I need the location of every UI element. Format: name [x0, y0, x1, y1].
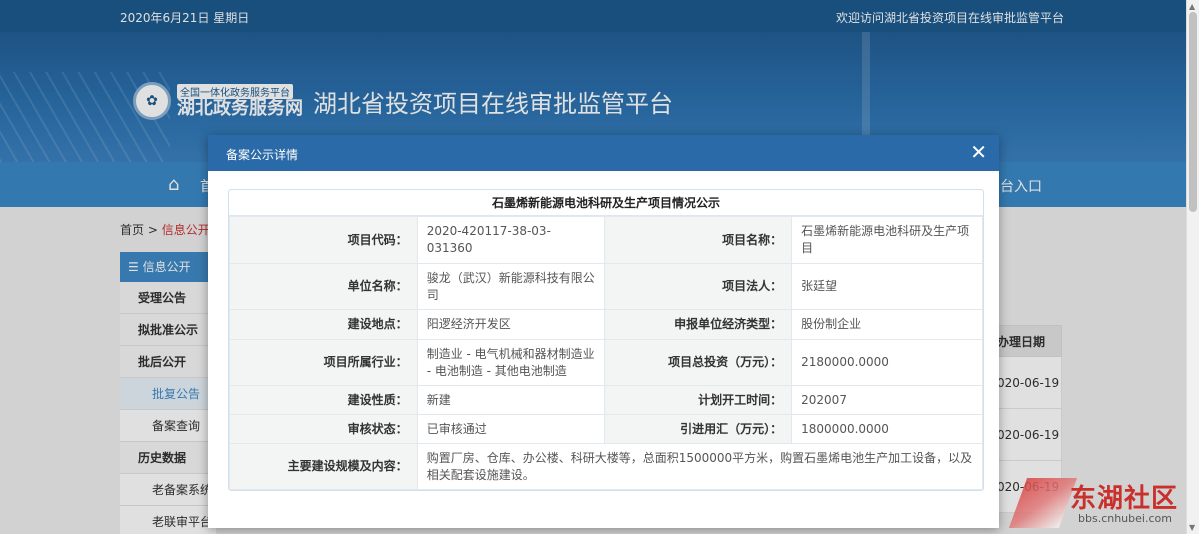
label-construction-scope: 主要建设规模及内容： [229, 443, 418, 490]
dialog-header: 备案公示详情 ✕ [208, 135, 999, 171]
label-total-investment: 项目总投资（万元）： [604, 339, 793, 386]
value-location: 阳逻经济开发区 [416, 309, 606, 340]
value-economy-type: 股份制企业 [791, 309, 983, 340]
dialog-title: 备案公示详情 [226, 148, 299, 162]
filing-detail-dialog: 备案公示详情 ✕ 石墨烯新能源电池科研及生产项目情况公示 项目代码： 2020-… [208, 135, 999, 528]
value-foreign-exchange: 1800000.0000 [791, 414, 983, 444]
table-row: 项目代码： 2020-420117-38-03-031360 项目名称： 石墨烯… [229, 216, 983, 264]
value-construction-scope: 购置厂房、仓库、办公楼、科研大楼等，总面积1500000平方米，购置石墨烯电池生… [416, 443, 984, 490]
value-project-name: 石墨烯新能源电池科研及生产项目 [791, 216, 983, 264]
watermark-url: bbs.cnhubei.com [1078, 512, 1172, 525]
detail-table: 项目代码： 2020-420117-38-03-031360 项目名称： 石墨烯… [229, 216, 984, 490]
value-planned-start: 202007 [791, 385, 983, 415]
table-row: 建设地点： 阳逻经济开发区 申报单位经济类型： 股份制企业 [229, 309, 983, 340]
watermark-title: 东湖社区 [1070, 484, 1179, 514]
value-company-name: 骏龙（武汉）新能源科技有限公司 [416, 263, 606, 310]
watermark-logo-icon [1008, 478, 1078, 528]
table-row: 主要建设规模及内容： 购置厂房、仓库、办公楼、科研大楼等，总面积1500000平… [229, 443, 984, 490]
value-legal-person: 张廷望 [791, 263, 983, 310]
label-project-name: 项目名称： [604, 216, 793, 264]
label-review-status: 审核状态： [229, 414, 418, 444]
dialog-body: 石墨烯新能源电池科研及生产项目情况公示 项目代码： 2020-420117-38… [228, 189, 984, 491]
scroll-down-icon[interactable]: ▼ [1189, 523, 1195, 532]
label-project-code: 项目代码： [229, 216, 418, 264]
label-economy-type: 申报单位经济类型： [604, 309, 793, 340]
value-project-code: 2020-420117-38-03-031360 [416, 216, 606, 264]
label-industry: 项目所属行业： [229, 339, 418, 386]
label-company-name: 单位名称： [229, 263, 418, 310]
table-row: 单位名称： 骏龙（武汉）新能源科技有限公司 项目法人： 张廷望 [229, 263, 983, 310]
scroll-up-icon[interactable]: ▲ [1189, 2, 1195, 11]
label-planned-start: 计划开工时间： [604, 385, 793, 415]
label-foreign-exchange: 引进用汇（万元）： [604, 414, 793, 444]
detail-table-title: 石墨烯新能源电池科研及生产项目情况公示 [229, 190, 983, 216]
table-row: 审核状态： 已审核通过 引进用汇（万元）： 1800000.0000 [229, 414, 983, 444]
label-location: 建设地点： [229, 309, 418, 340]
value-industry: 制造业 - 电气机械和器材制造业 - 电池制造 - 其他电池制造 [416, 339, 606, 386]
site-watermark: 东湖社区 bbs.cnhubei.com [1008, 476, 1186, 534]
value-total-investment: 2180000.0000 [791, 339, 983, 386]
scrollbar-thumb[interactable] [1189, 12, 1197, 212]
table-row: 建设性质： 新建 计划开工时间： 202007 [229, 385, 983, 415]
page-scrollbar[interactable]: ▲ ▼ [1186, 0, 1199, 534]
label-construction-type: 建设性质： [229, 385, 418, 415]
value-construction-type: 新建 [416, 385, 606, 415]
table-row: 项目所属行业： 制造业 - 电气机械和器材制造业 - 电池制造 - 其他电池制造… [229, 339, 983, 386]
close-icon[interactable]: ✕ [970, 141, 987, 163]
value-review-status: 已审核通过 [416, 414, 606, 444]
label-legal-person: 项目法人： [604, 263, 793, 310]
